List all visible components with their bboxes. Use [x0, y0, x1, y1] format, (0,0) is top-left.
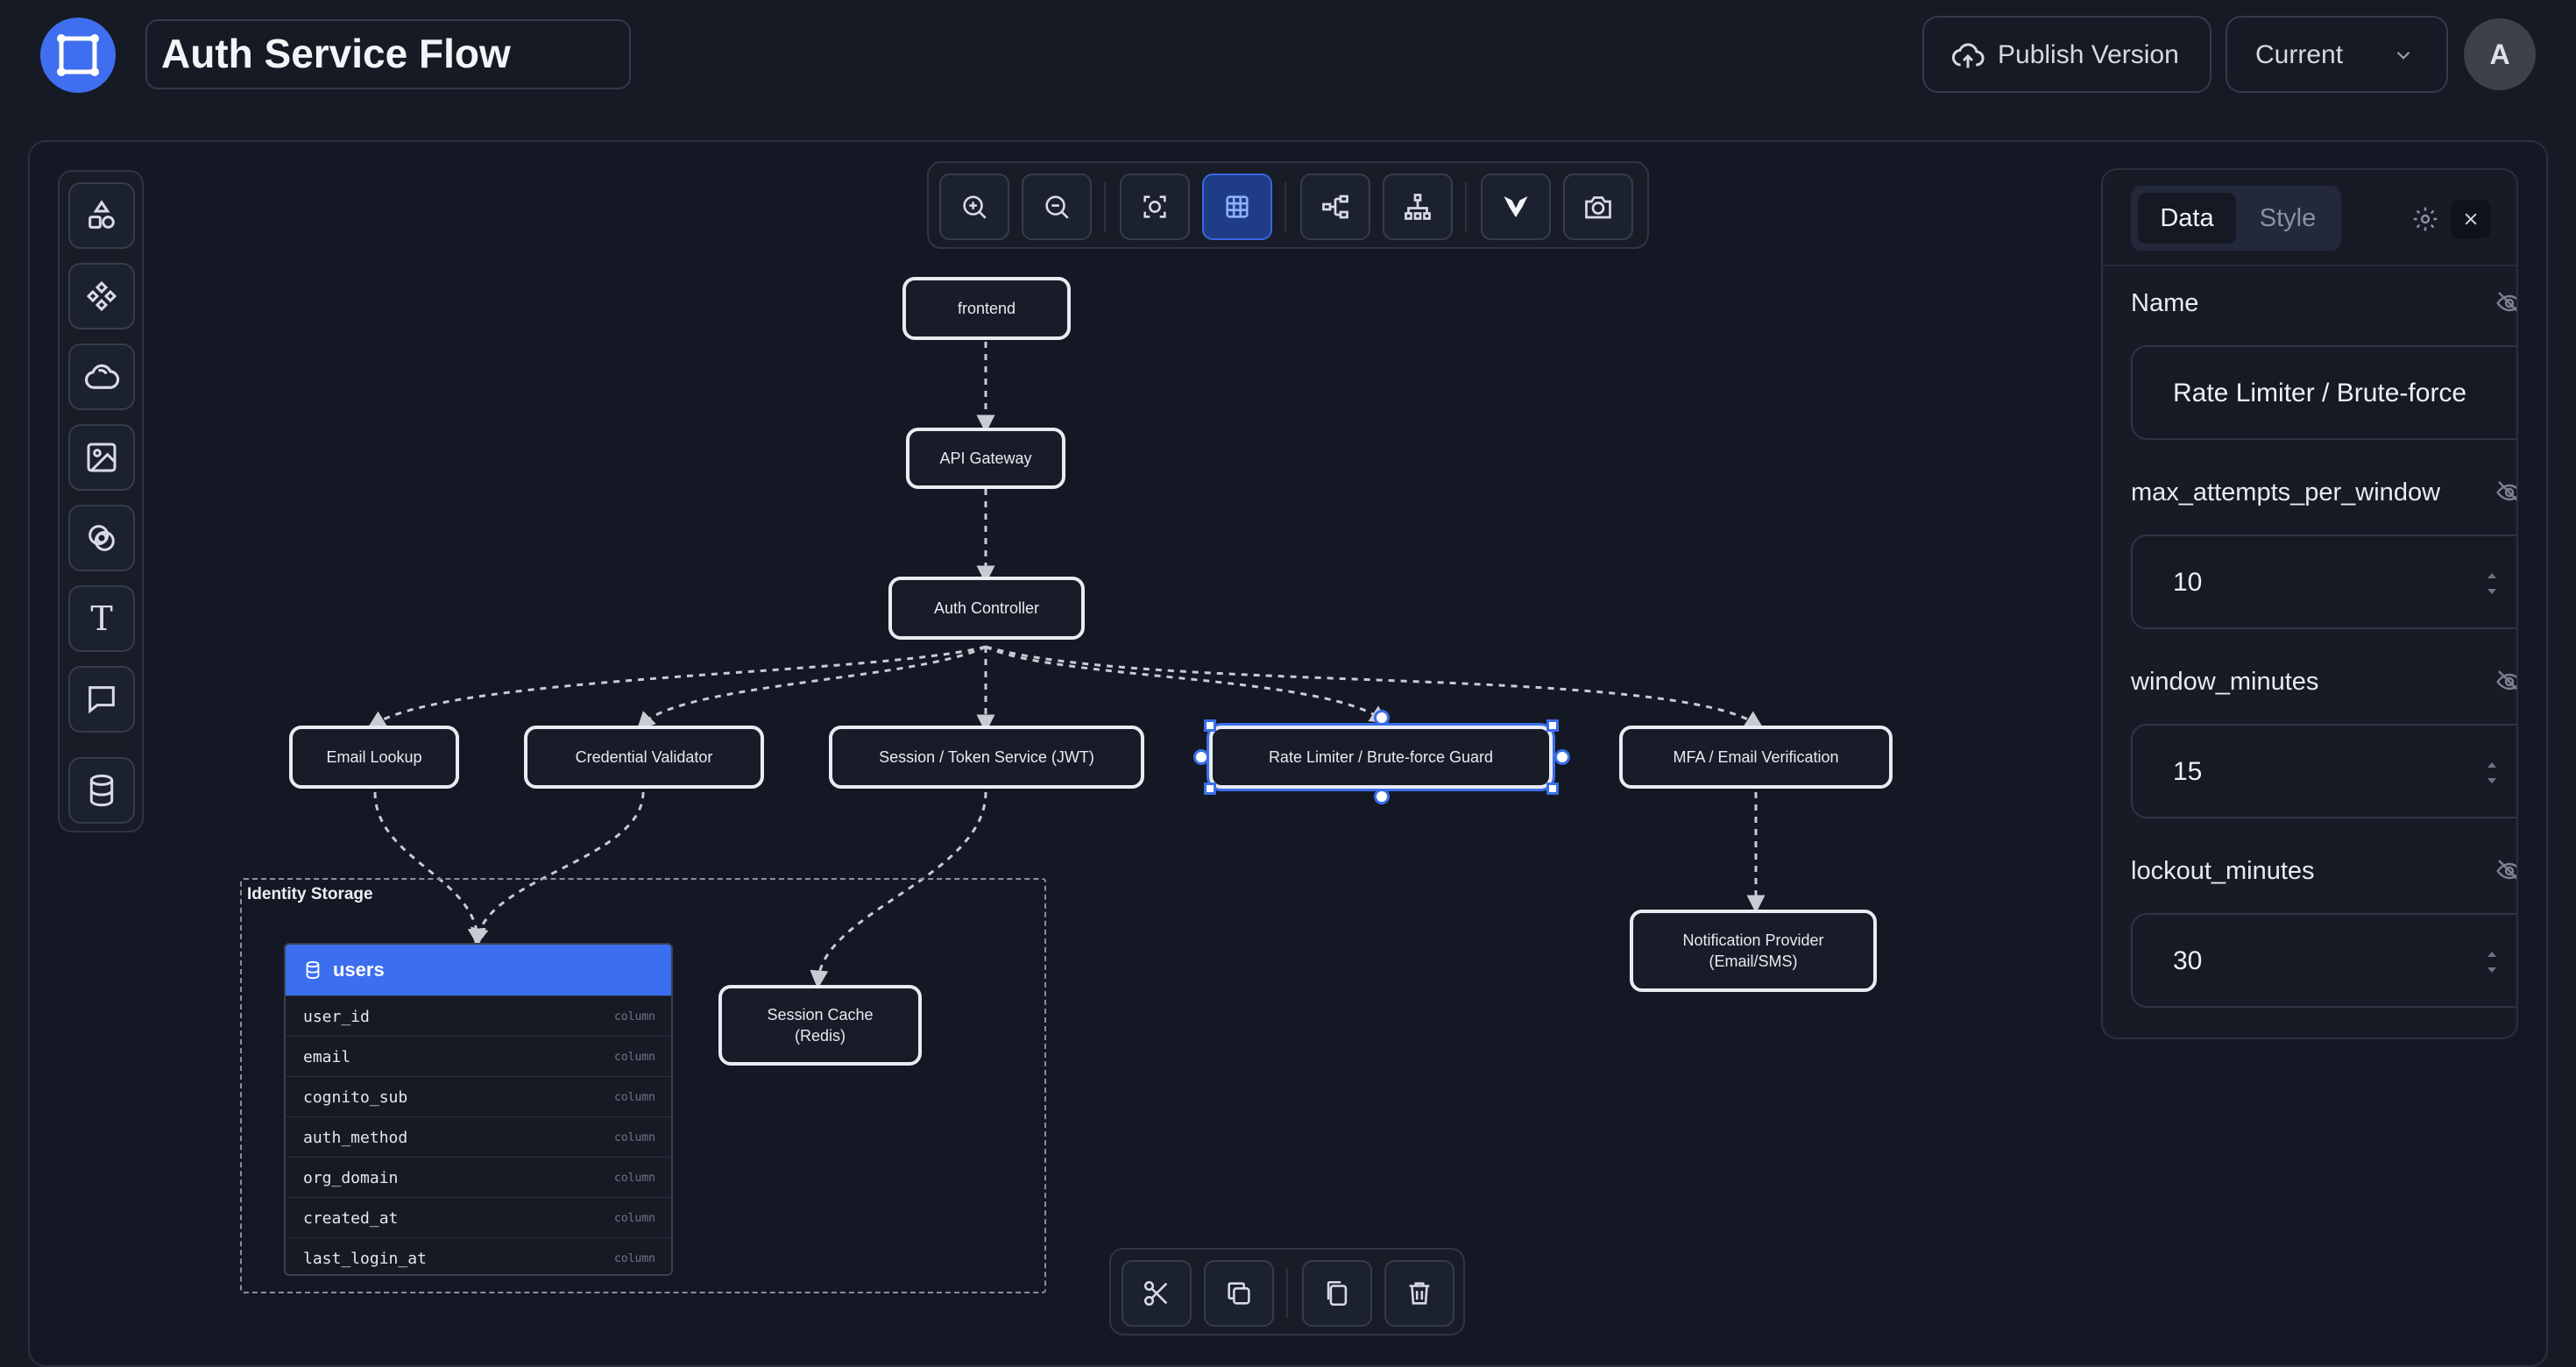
column-name: cognito_sub: [303, 1088, 408, 1107]
lockout-minutes-value: 30: [2173, 946, 2203, 975]
node-email-lookup[interactable]: Email Lookup: [289, 726, 459, 789]
tab-style[interactable]: Style: [2240, 193, 2336, 244]
edge-auth-email: [367, 645, 987, 729]
column-type: column: [614, 1252, 655, 1265]
copy-icon: [1228, 1282, 1250, 1305]
table-row[interactable]: user_id column: [286, 995, 671, 1037]
column-type: column: [614, 1172, 655, 1185]
connect-handle-top[interactable]: [1374, 710, 1390, 726]
table-row[interactable]: created_at column: [286, 1197, 671, 1238]
resize-handle-sw[interactable]: [1204, 783, 1216, 795]
number-stepper-icon[interactable]: [2483, 566, 2501, 601]
node-mfa-verification[interactable]: MFA / Email Verification: [1619, 726, 1893, 789]
column-type: column: [614, 1051, 655, 1064]
node-api-gateway[interactable]: API Gateway: [906, 428, 1065, 489]
visibility-off-icon[interactable]: [2495, 668, 2518, 696]
number-stepper-icon[interactable]: [2483, 945, 2501, 980]
connect-handle-right[interactable]: [1554, 749, 1570, 765]
name-input[interactable]: Rate Limiter / Brute-force: [2131, 345, 2516, 440]
field-label-window-minutes: window_minutes: [2131, 668, 2319, 696]
edit-toolbar: [1109, 1248, 1465, 1335]
column-type: column: [614, 1091, 655, 1104]
field-label-name: Name: [2131, 289, 2199, 317]
cut-icon: [1143, 1280, 1168, 1307]
name-input-value: Rate Limiter / Brute-force: [2173, 379, 2467, 407]
max-attempts-value: 10: [2173, 568, 2203, 597]
resize-handle-nw[interactable]: [1204, 719, 1216, 732]
resize-handle-se[interactable]: [1546, 783, 1559, 795]
node-session-cache[interactable]: Session Cache (Redis): [718, 985, 922, 1066]
panel-tabs: Data Style: [2131, 186, 2341, 251]
column-type: column: [614, 1131, 655, 1144]
field-label-lockout-minutes: lockout_minutes: [2131, 857, 2315, 885]
column-type: column: [614, 1010, 655, 1023]
column-name: last_login_at: [303, 1250, 427, 1268]
column-name: org_domain: [303, 1169, 399, 1187]
close-icon: [2465, 213, 2477, 225]
cut-button[interactable]: [1122, 1260, 1192, 1327]
table-row[interactable]: cognito_sub column: [286, 1076, 671, 1117]
table-row[interactable]: org_domain column: [286, 1157, 671, 1198]
table-row[interactable]: last_login_at column: [286, 1237, 671, 1274]
delete-icon: [1409, 1282, 1430, 1305]
window-minutes-input[interactable]: 15: [2131, 724, 2516, 818]
users-table[interactable]: users user_id column email column cognito_…: [284, 943, 673, 1276]
lockout-minutes-input[interactable]: 30: [2131, 913, 2516, 1008]
edge-auth-mfa: [985, 645, 1764, 729]
node-session-token-service[interactable]: Session / Token Service (JWT): [829, 726, 1144, 789]
close-panel-button[interactable]: [2452, 200, 2490, 238]
group-label: Identity Storage: [247, 885, 373, 903]
table-row[interactable]: email column: [286, 1036, 671, 1077]
node-auth-controller[interactable]: Auth Controller: [888, 577, 1085, 640]
node-notification-provider[interactable]: Notification Provider (Email/SMS): [1630, 910, 1877, 992]
edge-auth-rate: [985, 645, 1389, 724]
paste-icon: [1327, 1280, 1348, 1307]
edge-auth-credential: [636, 645, 987, 731]
field-label-max-attempts: max_attempts_per_window: [2131, 478, 2441, 506]
delete-button[interactable]: [1384, 1260, 1454, 1327]
column-name: auth_method: [303, 1129, 408, 1147]
node-credential-validator[interactable]: Credential Validator: [524, 726, 764, 789]
max-attempts-input[interactable]: 10: [2131, 535, 2516, 629]
table-name: users: [333, 959, 385, 981]
number-stepper-icon[interactable]: [2483, 755, 2501, 790]
properties-panel: Data Style Name Rate Limiter / Brute-for…: [2101, 168, 2518, 1039]
table-header: users: [286, 945, 671, 995]
connect-handle-bottom[interactable]: [1374, 789, 1390, 804]
visibility-off-icon[interactable]: [2495, 289, 2518, 317]
column-name: created_at: [303, 1209, 399, 1228]
resize-handle-ne[interactable]: [1546, 719, 1559, 732]
gear-icon[interactable]: [2411, 205, 2439, 233]
visibility-off-icon[interactable]: [2495, 478, 2518, 506]
column-type: column: [614, 1212, 655, 1225]
table-row[interactable]: auth_method column: [286, 1116, 671, 1158]
node-frontend[interactable]: frontend: [902, 277, 1071, 340]
database-icon: [306, 960, 320, 980]
visibility-off-icon[interactable]: [2495, 857, 2518, 885]
tab-data[interactable]: Data: [2138, 193, 2236, 244]
column-name: email: [303, 1048, 351, 1066]
connect-handle-left[interactable]: [1193, 749, 1209, 765]
copy-button[interactable]: [1204, 1260, 1274, 1327]
window-minutes-value: 15: [2173, 757, 2203, 786]
node-rate-limiter[interactable]: Rate Limiter / Brute-force Guard: [1209, 726, 1553, 789]
column-name: user_id: [303, 1008, 370, 1026]
paste-button[interactable]: [1302, 1260, 1372, 1327]
